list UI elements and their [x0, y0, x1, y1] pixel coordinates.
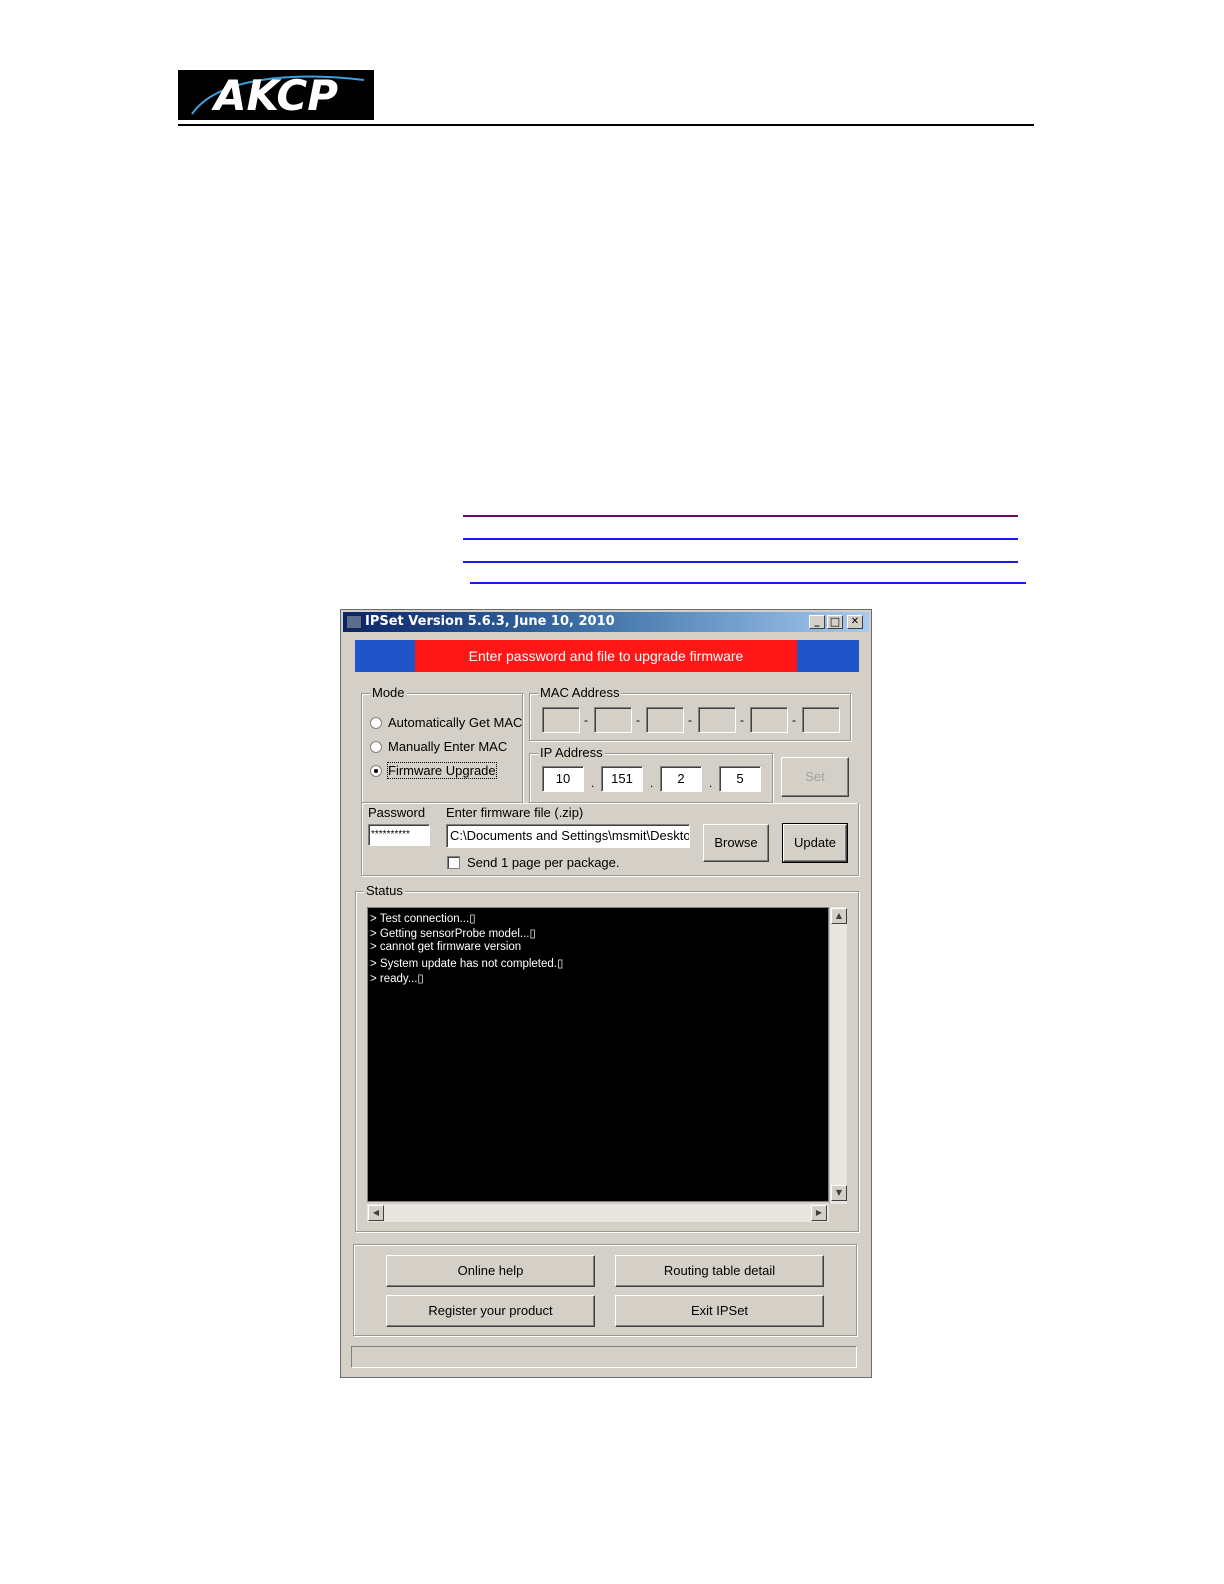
mac-separator: -: [636, 713, 640, 727]
status-log[interactable]: > Test connection...▯ > Getting sensorPr…: [367, 907, 829, 1202]
ipset-window: IPSet Version 5.6.3, June 10, 2010 _ □ ✕…: [340, 609, 872, 1378]
mac-field-5[interactable]: [750, 707, 788, 733]
exit-ipset-button[interactable]: Exit IPSet: [615, 1295, 824, 1327]
status-bar: [351, 1346, 857, 1368]
set-button[interactable]: Set: [781, 757, 849, 797]
radio-auto-mac-label[interactable]: Automatically Get MAC: [388, 715, 522, 730]
scroll-up-icon[interactable]: ▲: [831, 908, 847, 924]
ip-octet-3[interactable]: 2: [660, 766, 702, 792]
header-rule: [178, 124, 1034, 126]
log-line: > cannot get firmware version: [370, 941, 522, 953]
akcp-logo: AKCP: [178, 70, 374, 120]
mac-field-6[interactable]: [802, 707, 840, 733]
minimize-button[interactable]: _: [809, 615, 825, 629]
ip-address-legend: IP Address: [538, 745, 605, 760]
window-title: IPSet Version 5.6.3, June 10, 2010: [365, 614, 615, 629]
horizontal-scrollbar[interactable]: ◀ ▶: [367, 1204, 829, 1222]
banner-message: Enter password and file to upgrade firmw…: [415, 640, 797, 672]
status-legend: Status: [364, 883, 405, 898]
radio-manual-mac[interactable]: [370, 741, 382, 753]
firmware-file-input[interactable]: C:\Documents and Settings\msmit\Deskto: [446, 824, 690, 848]
mac-separator: -: [792, 713, 796, 727]
mac-separator: -: [688, 713, 692, 727]
mac-separator: -: [584, 713, 588, 727]
ip-octet-2[interactable]: 151: [601, 766, 643, 792]
link-underline[interactable]: [463, 538, 1018, 540]
register-product-button[interactable]: Register your product: [386, 1295, 595, 1327]
radio-auto-mac[interactable]: [370, 717, 382, 729]
radio-firmware-upgrade-label[interactable]: Firmware Upgrade: [387, 762, 497, 779]
log-line: > Test connection...▯: [370, 913, 476, 925]
mac-field-3[interactable]: [646, 707, 684, 733]
firmware-file-label: Enter firmware file (.zip): [446, 805, 584, 820]
ip-octet-4[interactable]: 5: [719, 766, 761, 792]
mac-address-legend: MAC Address: [538, 685, 622, 700]
scroll-left-icon[interactable]: ◀: [368, 1205, 384, 1221]
radio-manual-mac-label[interactable]: Manually Enter MAC: [388, 739, 507, 754]
radio-firmware-upgrade[interactable]: [370, 765, 382, 777]
update-button[interactable]: Update: [782, 823, 848, 863]
app-icon: [346, 615, 362, 629]
scroll-right-icon[interactable]: ▶: [811, 1205, 827, 1221]
log-line: > Getting sensorProbe model...▯: [370, 928, 536, 940]
ip-separator: .: [709, 776, 713, 790]
close-button[interactable]: ✕: [847, 615, 863, 629]
routing-table-button[interactable]: Routing table detail: [615, 1255, 824, 1287]
title-bar[interactable]: IPSet Version 5.6.3, June 10, 2010 _ □ ✕: [343, 612, 869, 632]
link-underline[interactable]: [470, 582, 1026, 584]
status-banner: Enter password and file to upgrade firmw…: [355, 640, 859, 672]
browse-button[interactable]: Browse: [703, 824, 769, 862]
ip-separator: .: [650, 776, 654, 790]
password-label: Password: [368, 805, 426, 820]
mac-field-2[interactable]: [594, 707, 632, 733]
maximize-button[interactable]: □: [827, 615, 843, 629]
logo-text: AKCP: [211, 71, 338, 120]
send-one-page-checkbox[interactable]: [447, 856, 460, 869]
mode-legend: Mode: [370, 685, 407, 700]
ip-separator: .: [591, 776, 595, 790]
mac-field-1[interactable]: [542, 707, 580, 733]
vertical-scrollbar[interactable]: ▲ ▼: [829, 907, 847, 1204]
log-line: > System update has not completed.▯: [370, 958, 564, 970]
send-one-page-label[interactable]: Send 1 page per package.: [467, 855, 620, 870]
ip-octet-1[interactable]: 10: [542, 766, 584, 792]
mac-separator: -: [740, 713, 744, 727]
link-underline[interactable]: [463, 561, 1018, 563]
mac-field-4[interactable]: [698, 707, 736, 733]
password-input[interactable]: **********: [368, 824, 430, 846]
link-underline[interactable]: [463, 515, 1018, 517]
log-line: > ready...▯: [370, 973, 424, 985]
scroll-down-icon[interactable]: ▼: [831, 1185, 847, 1201]
online-help-button[interactable]: Online help: [386, 1255, 595, 1287]
